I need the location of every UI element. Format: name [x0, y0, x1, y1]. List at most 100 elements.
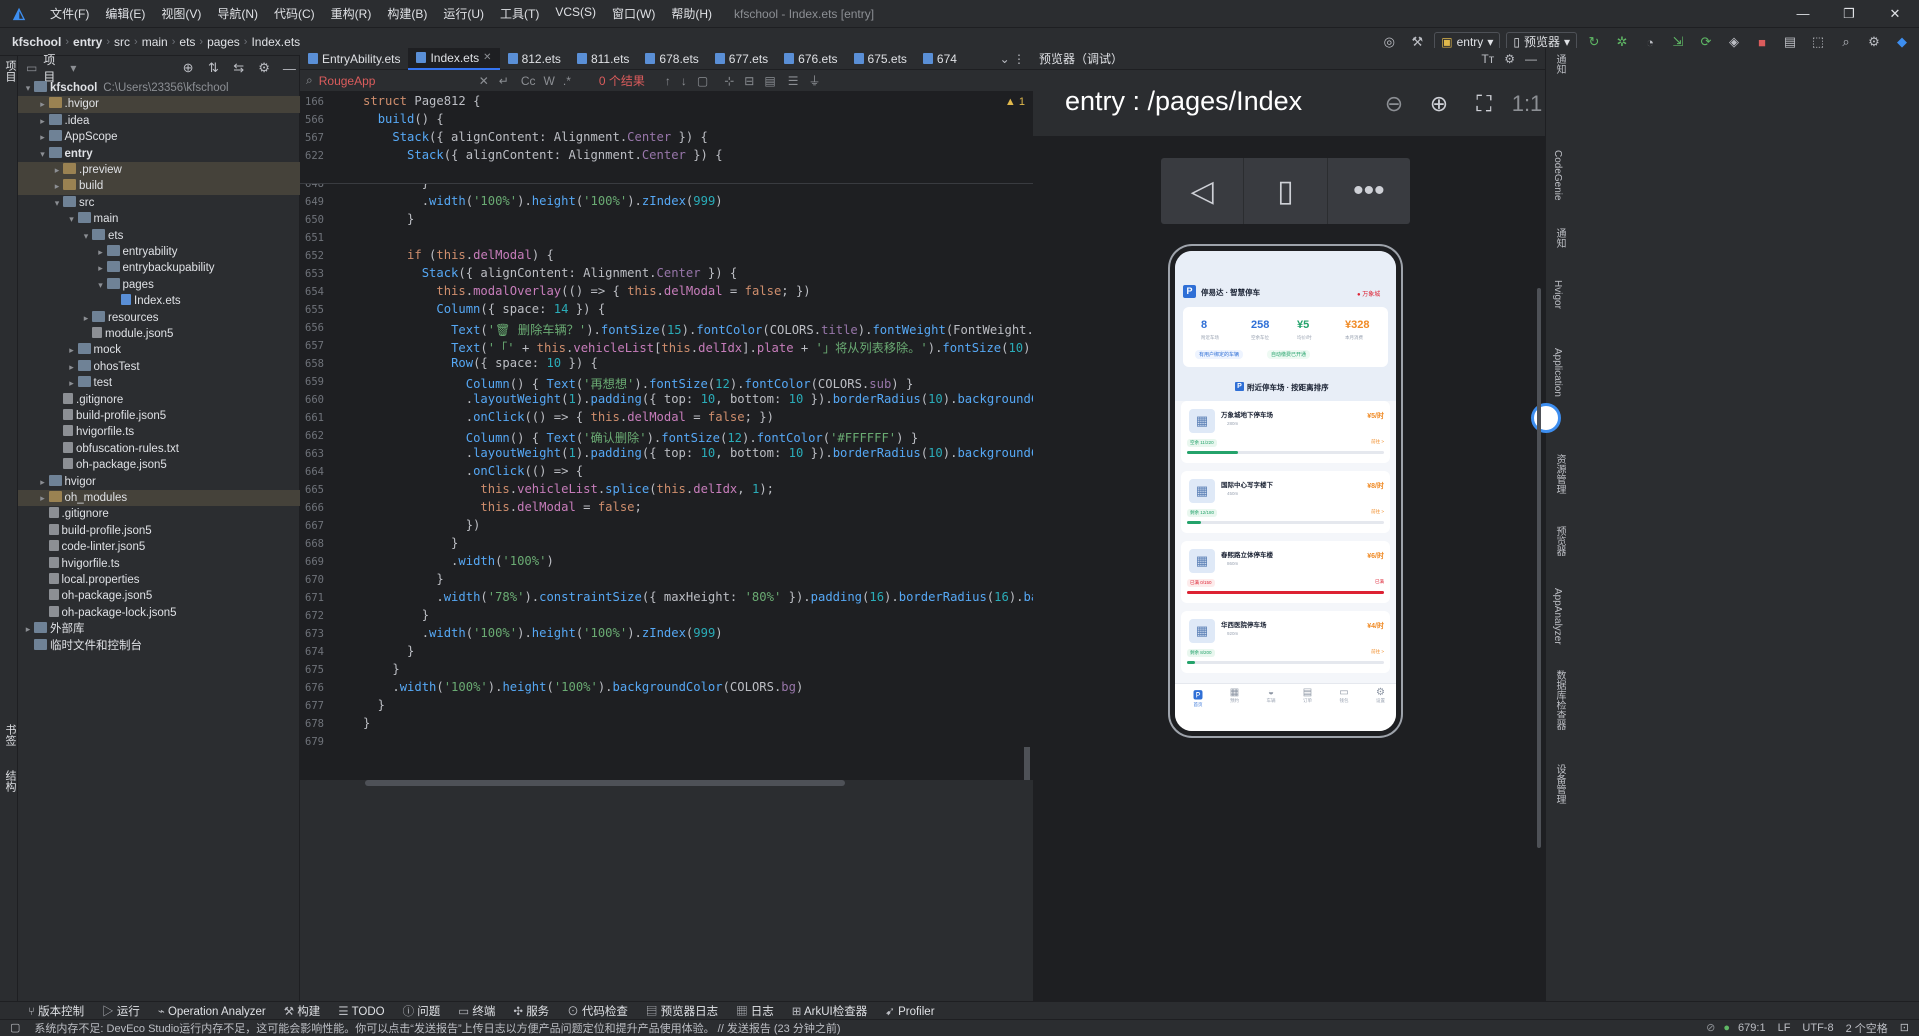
code-line[interactable]: Stack({ alignContent: Alignment.Center }…: [363, 130, 708, 144]
code-line[interactable]: build() {: [363, 112, 444, 126]
code-line[interactable]: Column() { Text('再想想').fontSize(12).font…: [363, 374, 914, 392]
parking-lot-action[interactable]: 已满: [1375, 579, 1384, 585]
app-tab-item[interactable]: ◒ 车辆: [1253, 687, 1289, 704]
tree-item[interactable]: build-profile.json5: [18, 408, 300, 424]
bottom-tool-item[interactable]: ☰ TODO: [338, 1004, 384, 1018]
clear-icon[interactable]: ✕: [479, 74, 489, 88]
parking-lot-card[interactable]: ▦ 春熙路立体停车楼 860m ¥6/时 已满 0/150 已满: [1181, 541, 1390, 603]
editor-tab[interactable]: EntryAbility.ets: [300, 48, 408, 70]
chevron-right-icon[interactable]: ▸: [37, 96, 49, 112]
right-tool-item[interactable]: 通知: [1552, 54, 1567, 74]
editor-tab[interactable]: 811.ets: [569, 48, 637, 70]
right-tool-item[interactable]: AppAnalyzer: [1552, 588, 1563, 645]
right-tool-item[interactable]: Hvigor: [1552, 280, 1563, 309]
parking-lot-action[interactable]: 前往 >: [1371, 439, 1384, 445]
editor-tab[interactable]: 678.ets: [637, 48, 706, 70]
newline-icon[interactable]: ↵: [499, 74, 509, 88]
menu-item-8[interactable]: 工具(T): [492, 5, 547, 22]
no-problems-icon[interactable]: ⊘: [1706, 1021, 1715, 1034]
tree-item[interactable]: ▸ 外部库: [18, 621, 300, 637]
hide-icon[interactable]: —: [280, 57, 299, 79]
chevron-down-icon[interactable]: ▾: [22, 80, 34, 96]
breadcrumb-item[interactable]: Index.ets: [247, 35, 304, 49]
prev-match-icon[interactable]: ↑: [665, 74, 671, 88]
remove-occurrence-icon[interactable]: ⊟: [744, 74, 754, 88]
code-line[interactable]: struct Page812 {: [363, 94, 480, 108]
chevron-down-icon[interactable]: ▾: [70, 61, 76, 75]
caret-position[interactable]: 679:1: [1738, 1022, 1766, 1034]
tool-structure[interactable]: 结构: [2, 770, 18, 792]
tree-item[interactable]: build-profile.json5: [18, 523, 300, 539]
chevron-right-icon[interactable]: ▸: [80, 310, 92, 326]
menu-item-9[interactable]: VCS(S): [547, 5, 604, 22]
match-case-icon[interactable]: Cc: [521, 74, 536, 88]
close-tab-icon[interactable]: ✕: [483, 47, 491, 69]
maximize-button[interactable]: ❐: [1826, 0, 1872, 28]
breadcrumb-item[interactable]: entry: [69, 35, 106, 49]
tree-item[interactable]: hvigorfile.ts: [18, 556, 300, 572]
code-line[interactable]: .onClick(() => { this.delModal = false; …: [363, 410, 774, 424]
code-line[interactable]: if (this.delModal) {: [363, 248, 554, 262]
tree-item[interactable]: ▸ entrybackupability: [18, 260, 300, 276]
parking-lot-action[interactable]: 前往 >: [1371, 649, 1384, 655]
bottom-tool-item[interactable]: ⊙ 代码检查: [567, 1003, 628, 1019]
zoom-in-icon[interactable]: ⊕: [1423, 88, 1455, 120]
fit-screen-icon[interactable]: ⛶: [1468, 88, 1500, 120]
editor-tab[interactable]: 676.ets: [776, 48, 845, 70]
chevron-right-icon[interactable]: ▸: [51, 162, 63, 178]
tree-item[interactable]: Index.ets: [18, 293, 300, 309]
bottom-tool-item[interactable]: ▭ 终端: [458, 1003, 495, 1019]
bottom-tool-item[interactable]: ▤ 预览器日志: [646, 1003, 718, 1019]
select-all-icon[interactable]: ▢: [697, 74, 708, 88]
right-tool-item[interactable]: 设备管理: [1552, 764, 1567, 804]
editor-tab[interactable]: 674: [915, 48, 965, 70]
app-tab-item[interactable]: ▤ 订单: [1290, 687, 1326, 704]
menu-item-1[interactable]: 编辑(E): [97, 5, 153, 22]
tree-item[interactable]: ▸ test: [18, 375, 300, 391]
indent-setting[interactable]: 2 个空格: [1846, 1020, 1888, 1036]
code-line[interactable]: Column() { Text('确认删除').fontSize(12).fon…: [363, 428, 918, 446]
tree-item[interactable]: hvigorfile.ts: [18, 424, 300, 440]
chevron-right-icon[interactable]: ▸: [66, 375, 78, 391]
bottom-tool-item[interactable]: ⊞ ArkUI检查器: [792, 1003, 867, 1019]
tree-item[interactable]: ▸ mock: [18, 342, 300, 358]
bottom-tool-item[interactable]: ✣ 服务: [513, 1003, 549, 1019]
gear-icon[interactable]: ⚙: [254, 57, 273, 79]
chevron-right-icon[interactable]: ▸: [66, 342, 78, 358]
code-line[interactable]: Row({ space: 10 }) {: [363, 356, 598, 370]
bottom-tool-item[interactable]: ➹ Profiler: [885, 1004, 934, 1018]
breadcrumb-item[interactable]: ets: [175, 35, 199, 49]
whole-word-icon[interactable]: W: [544, 74, 555, 88]
code-line[interactable]: }: [363, 716, 370, 730]
menu-item-3[interactable]: 导航(N): [209, 5, 266, 22]
chevron-down-icon[interactable]: ▾: [51, 195, 63, 211]
parking-lot-action[interactable]: 前往 >: [1371, 509, 1384, 515]
tool-bookmarks[interactable]: 书签: [2, 724, 18, 746]
font-size-icon[interactable]: Tт: [1481, 52, 1494, 66]
bottom-tool-item[interactable]: ▷ 运行: [102, 1003, 140, 1019]
chevron-down-icon[interactable]: ▾: [66, 211, 78, 227]
tree-item[interactable]: code-linter.json5: [18, 539, 300, 555]
status-message[interactable]: 系统内存不足: DevEco Studio运行内存不足，这可能会影响性能。你可以…: [34, 1020, 840, 1036]
parking-lot-card[interactable]: ▦ 华西医院停车场 920m ¥4/时 剩余 8/200 前往 >: [1181, 611, 1390, 673]
app-tab-item[interactable]: ▦ 预约: [1217, 687, 1253, 704]
tree-item[interactable]: module.json5: [18, 326, 300, 342]
tree-item[interactable]: ▾ ets: [18, 228, 300, 244]
menu-item-5[interactable]: 重构(R): [323, 5, 380, 22]
bottom-tool-item[interactable]: ▦ 日志: [736, 1003, 774, 1019]
app-tab-item[interactable]: 🅿 首页: [1180, 687, 1216, 708]
tree-item[interactable]: ▾ src: [18, 195, 300, 211]
chevron-right-icon[interactable]: ▸: [95, 260, 107, 276]
more-icon[interactable]: •••: [1328, 158, 1410, 224]
editor-tab[interactable]: Index.ets ✕: [408, 47, 500, 70]
code-line[interactable]: }: [363, 212, 414, 226]
chevron-right-icon[interactable]: ▸: [37, 474, 49, 490]
breadcrumb-item[interactable]: kfschool: [8, 35, 65, 49]
code-line[interactable]: .width('100%').height('100%').background…: [363, 680, 803, 694]
chevron-right-icon[interactable]: ▸: [37, 129, 49, 145]
locate-icon[interactable]: ⊕: [178, 57, 197, 79]
code-line[interactable]: }: [363, 662, 399, 676]
status-box-icon[interactable]: ▢: [10, 1021, 20, 1034]
tree-item[interactable]: local.properties: [18, 572, 300, 588]
bottom-tool-item[interactable]: ⑂ 版本控制: [28, 1003, 84, 1019]
